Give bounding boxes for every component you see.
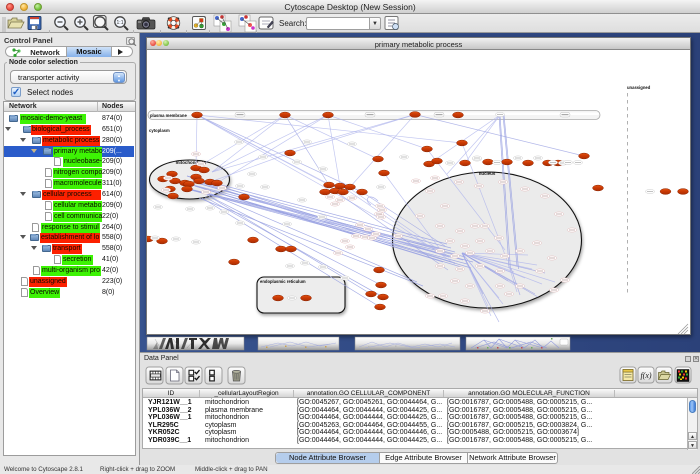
svg-text:cytoplasm: cytoplasm: [149, 128, 170, 133]
svg-text:f(x): f(x): [640, 371, 651, 380]
svg-text:unassigned: unassigned: [627, 85, 651, 90]
svg-text:1:1: 1:1: [117, 20, 124, 26]
svg-text:endoplasmic reticulum: endoplasmic reticulum: [260, 279, 306, 284]
svg-text:nucleus: nucleus: [479, 171, 496, 176]
svg-text:plasma membrane: plasma membrane: [150, 113, 187, 118]
